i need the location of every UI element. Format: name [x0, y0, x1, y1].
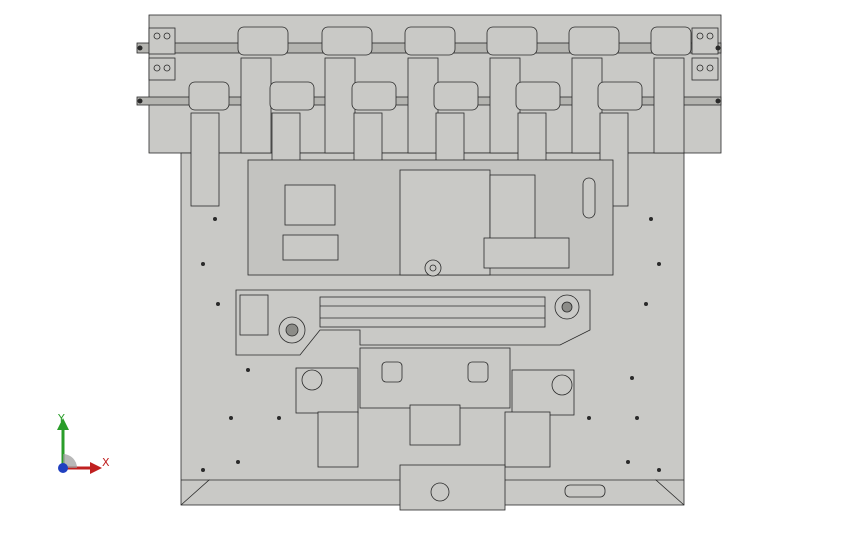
cad-viewport[interactable] — [0, 0, 867, 533]
corner-block-br — [691, 57, 719, 81]
x-axis-label: X — [102, 456, 110, 469]
bolt-icon — [696, 32, 704, 40]
bolt-icon — [706, 64, 714, 72]
corner-block-tl — [148, 27, 176, 55]
bottom-right-arm — [564, 484, 606, 498]
right-slot — [582, 177, 596, 219]
bolt-icon — [163, 64, 171, 72]
left-motor-icon — [301, 369, 323, 391]
lower-window-right — [467, 361, 489, 383]
corner-block-tr — [691, 27, 719, 55]
left-bottom-bracket — [282, 234, 339, 261]
bolt-icon — [153, 64, 161, 72]
right-motor-icon — [551, 374, 573, 396]
center-knob-inner — [429, 264, 437, 272]
bolt-icon — [153, 32, 161, 40]
bottom-pulley-icon — [430, 482, 450, 502]
bolt-icon — [163, 32, 171, 40]
corner-block-bl — [148, 57, 176, 81]
idler-wheel-hub — [561, 301, 573, 313]
triad-origin-icon — [58, 463, 68, 473]
bolt-icon — [696, 64, 704, 72]
drive-wheel-hub — [285, 323, 299, 337]
lower-window-left — [381, 361, 403, 383]
machine-assembly — [136, 14, 722, 511]
coordinate-triad: Y X — [46, 410, 116, 480]
y-axis-label: Y — [58, 412, 65, 425]
center-guide — [399, 169, 491, 276]
triad-axes-icon — [57, 418, 102, 474]
right-slide — [504, 411, 551, 468]
left-slide — [317, 411, 359, 468]
left-wheel-mount — [239, 294, 269, 336]
bolt-icon — [706, 32, 714, 40]
bottom-coupling — [399, 464, 506, 511]
right-bottom-bracket — [483, 237, 570, 269]
center-slide — [409, 404, 461, 446]
left-bracket — [284, 184, 336, 226]
conveyor-rail — [319, 296, 546, 328]
x-arrow-icon — [90, 462, 102, 474]
